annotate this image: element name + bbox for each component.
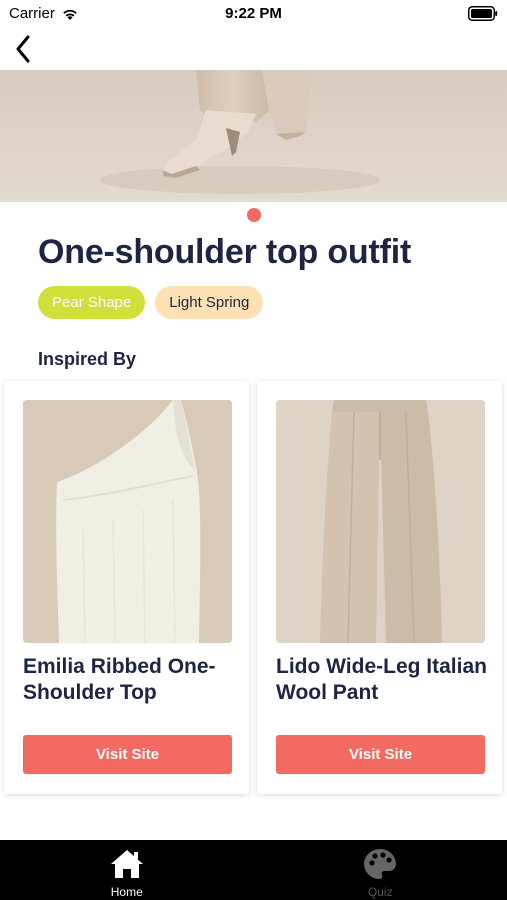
product-card: Lido Wide-Leg Italian Wool Pant Visit Si… <box>257 381 502 794</box>
navigation-bar <box>0 28 507 70</box>
body-shape-tag: Pear Shape <box>38 286 146 319</box>
product-title: Emilia Ribbed One-Shoulder Top <box>23 655 216 704</box>
outfit-tags: Pear Shape Light Spring <box>38 286 264 319</box>
status-time: 9:22 PM <box>225 5 282 22</box>
inspired-by-heading: Inspired By <box>38 349 137 369</box>
visit-site-button[interactable]: Visit Site <box>276 735 485 774</box>
outfit-title: One-shoulder top outfit <box>38 233 412 271</box>
tab-bar: Home Quiz <box>0 840 507 900</box>
wide-leg-pant-photo <box>276 400 485 643</box>
palette-icon <box>364 849 397 879</box>
chevron-left-icon <box>16 35 30 63</box>
shoe-photo <box>0 70 507 202</box>
tab-home-label: Home <box>110 885 143 899</box>
inspired-items-list: Emilia Ribbed One-Shoulder Top Visit Sit… <box>4 381 502 794</box>
product-image <box>276 400 485 643</box>
product-title: Lido Wide-Leg Italian Wool Pant <box>276 655 487 704</box>
tab-quiz-label: Quiz <box>367 885 393 899</box>
page-indicator-dot <box>247 208 261 222</box>
home-icon <box>110 850 143 878</box>
outfit-hero-image <box>0 70 507 202</box>
color-season-tag: Light Spring <box>155 286 264 319</box>
tab-home[interactable]: Home <box>0 840 254 900</box>
back-button[interactable] <box>8 32 38 66</box>
battery-icon <box>468 6 498 21</box>
tab-quiz[interactable]: Quiz <box>254 840 507 900</box>
status-bar: Carrier 9:22 PM <box>0 0 507 28</box>
product-image <box>23 400 232 643</box>
product-card: Emilia Ribbed One-Shoulder Top Visit Sit… <box>4 381 249 794</box>
one-shoulder-top-photo <box>23 400 232 643</box>
visit-site-button[interactable]: Visit Site <box>23 735 232 774</box>
